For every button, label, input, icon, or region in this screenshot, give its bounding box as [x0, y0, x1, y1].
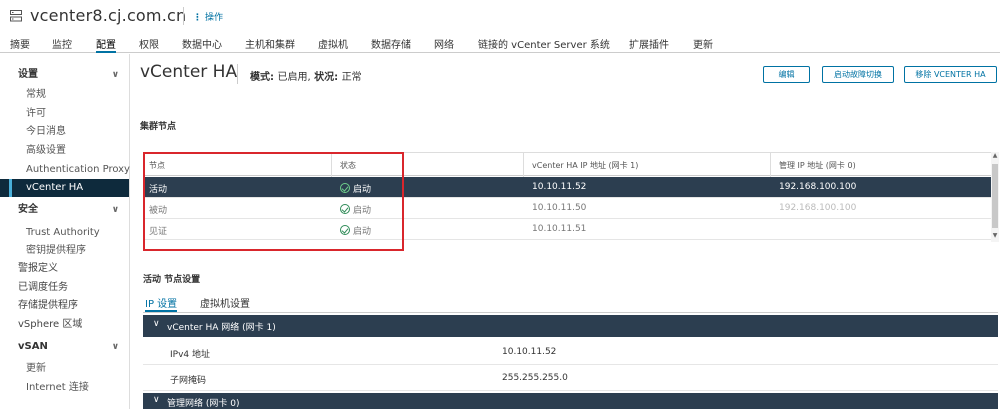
tab-datastores[interactable]: 数据存储: [371, 36, 411, 53]
status-label: 状况:: [314, 72, 339, 83]
tab-configure[interactable]: 配置: [96, 36, 116, 53]
ipv4-value: 10.10.11.52: [502, 347, 557, 357]
tab-extensions[interactable]: 扩展插件: [629, 36, 669, 53]
tab-vm-settings[interactable]: 虚拟机设置: [200, 295, 250, 312]
chevron-down-icon: ∨: [111, 342, 119, 352]
ha-network-section[interactable]: ∨ vCenter HA 网络 (网卡 1): [143, 315, 998, 337]
sidebar-item-scheduled-tasks[interactable]: 已调度任务: [0, 279, 129, 297]
sidebar-item-motd[interactable]: 今日消息: [0, 123, 129, 141]
sidebar-group-vsan[interactable]: vSAN ∨: [0, 338, 129, 356]
sidebar-item-trust-authority[interactable]: Trust Authority: [0, 224, 129, 242]
ha-ip-cell: 10.10.11.51: [532, 224, 587, 234]
tab-vms[interactable]: 虚拟机: [318, 36, 348, 53]
status-value: 正常: [341, 72, 362, 83]
mode-label: 模式:: [250, 72, 274, 83]
column-header-ha-ip[interactable]: vCenter HA IP 地址 (网卡 1): [532, 160, 638, 171]
edit-button[interactable]: 编辑: [763, 66, 810, 83]
subnet-mask-value: 255.255.255.0: [502, 373, 568, 383]
sub-tabs-divider: [143, 312, 998, 313]
actions-label: 操作: [205, 13, 224, 23]
mgmt-network-title: 管理网络 (网卡 0): [167, 399, 240, 409]
mgmt-ip-cell: 192.168.100.100: [779, 203, 857, 213]
column-header-mgmt-ip[interactable]: 管理 IP 地址 (网卡 0): [779, 160, 856, 171]
mgmt-ip-cell: 192.168.100.100: [779, 182, 857, 192]
tab-datacenters[interactable]: 数据中心: [182, 36, 222, 53]
top-bar: vcenter8.cj.com.cn ⋮ 操作: [0, 0, 1000, 32]
scroll-up-icon[interactable]: ▲: [991, 152, 999, 159]
subnet-mask-label: 子网掩码: [170, 376, 207, 386]
page-title: vCenter HA: [140, 62, 238, 82]
title-divider: [237, 64, 238, 84]
tab-hosts-clusters[interactable]: 主机和集群: [245, 36, 295, 53]
sidebar-group-settings[interactable]: 设置 ∨: [0, 66, 129, 84]
more-vertical-icon: ⋮: [193, 13, 202, 23]
tab-permissions[interactable]: 权限: [139, 36, 159, 53]
ipv4-label: IPv4 地址: [170, 350, 210, 360]
scrollbar-thumb[interactable]: [992, 164, 998, 228]
tab-networks[interactable]: 网络: [434, 36, 454, 53]
sidebar-item-general[interactable]: 常规: [0, 86, 129, 104]
chevron-down-icon: ∨: [153, 319, 160, 329]
sidebar-item-advanced[interactable]: 高级设置: [0, 142, 129, 160]
ha-ip-cell: 10.10.11.50: [532, 203, 587, 213]
table-scrollbar[interactable]: ▲ ▼: [991, 152, 999, 242]
sidebar-item-key-providers[interactable]: 密钥提供程序: [0, 242, 129, 260]
tab-monitor[interactable]: 监控: [52, 36, 72, 53]
initiate-failover-button[interactable]: 启动故障切换: [822, 66, 894, 83]
tab-updates[interactable]: 更新: [693, 36, 713, 53]
sidebar-item-vsan-update[interactable]: 更新: [0, 360, 129, 378]
actions-menu[interactable]: ⋮ 操作: [193, 10, 223, 23]
ha-network-title: vCenter HA 网络 (网卡 1): [167, 323, 276, 333]
sidebar-item-alarm-definitions[interactable]: 警报定义: [0, 260, 129, 278]
chevron-down-icon: ∨: [111, 70, 119, 80]
column-divider[interactable]: [523, 153, 524, 177]
sidebar-group-label: 安全: [18, 204, 38, 215]
sidebar-group-security[interactable]: 安全 ∨: [0, 201, 129, 219]
nav-tabs: 摘要 监控 配置 权限 数据中心 主机和集群 虚拟机 数据存储 网络 链接的 v…: [0, 33, 1000, 53]
column-divider[interactable]: [770, 153, 771, 177]
chevron-down-icon: ∨: [111, 205, 119, 215]
tab-linked-vcenter[interactable]: 链接的 vCenter Server 系统: [478, 36, 610, 53]
sidebar-item-vcenter-ha[interactable]: vCenter HA: [0, 179, 129, 197]
sidebar-item-storage-providers[interactable]: 存储提供程序: [0, 297, 129, 315]
ha-ip-cell: 10.10.11.52: [532, 182, 587, 192]
sidebar: 设置 ∨ 常规 许可 今日消息 高级设置 Authentication Proxy…: [0, 54, 130, 409]
sidebar-item-internet-connectivity[interactable]: Internet 连接: [0, 379, 129, 397]
highlight-box: [143, 152, 404, 251]
ipv4-row: IPv4 地址 10.10.11.52: [143, 339, 998, 365]
mgmt-network-section[interactable]: ∨ 管理网络 (网卡 0): [143, 393, 998, 409]
sidebar-group-label: 设置: [18, 69, 38, 80]
host-name: vcenter8.cj.com.cn: [30, 6, 187, 25]
sidebar-item-auth-proxy[interactable]: Authentication Proxy: [0, 161, 130, 179]
mode-value: 已启用,: [277, 72, 311, 83]
chevron-down-icon: ∨: [153, 395, 160, 405]
remove-vcenter-ha-button[interactable]: 移除 VCENTER HA: [904, 66, 997, 83]
tab-ip-settings[interactable]: IP 设置: [145, 295, 178, 312]
active-node-settings-title: 活动 节点设置: [143, 275, 201, 285]
sidebar-item-licensing[interactable]: 许可: [0, 105, 129, 123]
tab-summary[interactable]: 摘要: [10, 36, 30, 53]
scroll-down-icon[interactable]: ▼: [991, 232, 999, 239]
header-divider: [183, 7, 184, 25]
mode-status: 模式: 已启用, 状况: 正常: [250, 68, 362, 83]
vcenter-icon: [10, 10, 22, 22]
sidebar-group-label: vSAN: [18, 341, 48, 352]
cluster-nodes-title: 集群节点: [140, 122, 177, 132]
sidebar-item-vsphere-zones[interactable]: vSphere 区域: [0, 316, 129, 334]
subnet-mask-row: 子网掩码 255.255.255.0: [143, 365, 998, 391]
